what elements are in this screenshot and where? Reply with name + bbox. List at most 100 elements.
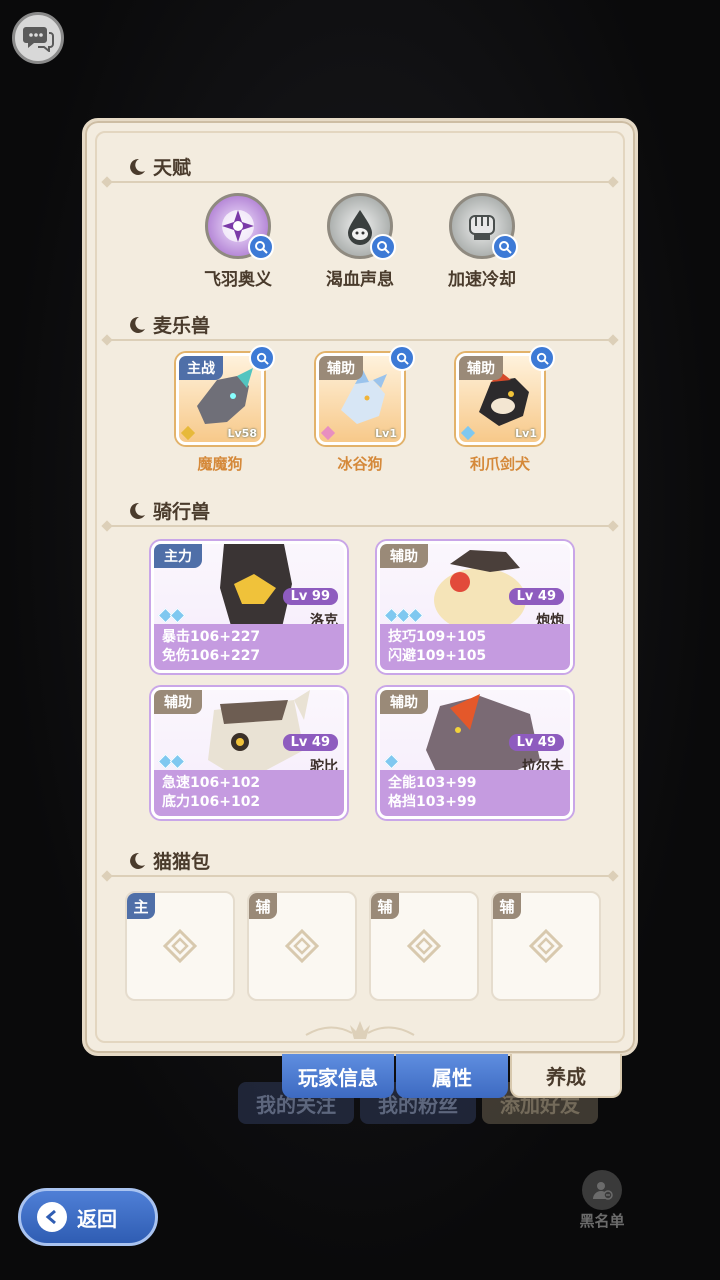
- magnify-icon[interactable]: [529, 345, 555, 371]
- pets-section-header: 麦乐兽: [127, 311, 210, 338]
- pet-card[interactable]: 主战 Lv58: [176, 353, 264, 445]
- mount-card[interactable]: 辅助 Lv 49 拉尔夫 全能103+99 格挡103+99: [377, 687, 573, 819]
- mount-stats: 技巧109+105 闪避109+105: [380, 624, 570, 670]
- talent-name: 飞羽奥义: [204, 270, 272, 290]
- blacklist-button[interactable]: 黑名单: [570, 1170, 634, 1231]
- catbag-slot[interactable]: 辅: [247, 891, 357, 1001]
- mount-stat: 暴击106+227: [162, 629, 261, 645]
- mount-stats: 暴击106+227 免伤106+227: [154, 624, 344, 670]
- talent-name: 渴血声息: [326, 270, 394, 290]
- crescent-icon: [130, 502, 145, 519]
- pet-name: 利爪剑犬: [469, 455, 530, 473]
- pet-card[interactable]: 辅助 Lv1: [456, 353, 544, 445]
- mount-stat: 闪避109+105: [388, 648, 487, 664]
- user-block-icon: [582, 1170, 622, 1210]
- catbag-role-badge: 辅: [371, 893, 399, 919]
- mount-stat: 格挡103+99: [388, 794, 477, 810]
- tab-nurture[interactable]: 养成: [510, 1054, 622, 1098]
- nurture-panel: 天赋 飞羽奥义 渴血声息 加速冷却 麦乐兽 主战 Lv58 魔魔狗 辅助 Lv1…: [82, 118, 638, 1056]
- pet-item[interactable]: 主战 Lv58 魔魔狗: [174, 345, 275, 474]
- pet-level: Lv1: [515, 427, 537, 440]
- talent-item[interactable]: 加速冷却: [442, 193, 522, 290]
- mount-stats: 急速106+102 底力106+102: [154, 770, 344, 816]
- magnify-icon[interactable]: [248, 234, 274, 260]
- mounts-section-header: 骑行兽: [127, 497, 210, 524]
- pet-list: 主战 Lv58 魔魔狗 辅助 Lv1 冰谷狗 辅助 Lv1 利爪剑犬: [85, 345, 635, 474]
- catbag-slot[interactable]: 主: [125, 891, 235, 1001]
- talent-badge: [205, 193, 274, 260]
- mount-stat: 全能103+99: [388, 775, 477, 791]
- pet-name: 魔魔狗: [197, 455, 243, 473]
- tab-bar: 玩家信息 属性 养成: [282, 1054, 622, 1098]
- catbag-list: 主 辅 辅 辅: [125, 891, 603, 1001]
- talent-item[interactable]: 渴血声息: [320, 193, 400, 290]
- talent-badge: [449, 193, 518, 260]
- mount-stat: 底力106+102: [162, 794, 261, 810]
- magnify-icon[interactable]: [249, 345, 275, 371]
- mount-stat: 免伤106+227: [162, 648, 261, 664]
- mount-card[interactable]: 辅助 Lv 49 驼比 急速106+102 底力106+102: [151, 687, 347, 819]
- mount-stars: [157, 607, 186, 624]
- blacklist-label: 黑名单: [579, 1212, 625, 1230]
- mount-role-badge: 辅助: [380, 544, 428, 568]
- mount-stars: [383, 753, 400, 770]
- catbag-role-badge: 主: [127, 893, 155, 919]
- talent-section-title: 天赋: [153, 157, 192, 179]
- mount-stars: [157, 753, 186, 770]
- pet-level: Lv58: [227, 427, 258, 440]
- tab-attributes[interactable]: 属性: [396, 1054, 508, 1098]
- ornament-icon: [305, 1021, 415, 1039]
- mount-stars: [383, 607, 424, 624]
- chat-button[interactable]: [12, 12, 64, 64]
- catbag-section-title: 猫猫包: [153, 851, 211, 873]
- mount-role-badge: 辅助: [380, 690, 428, 714]
- crescent-icon: [130, 852, 145, 869]
- talent-section-header: 天赋: [127, 153, 191, 180]
- back-label: 返回: [77, 1206, 117, 1231]
- pet-item[interactable]: 辅助 Lv1 冰谷狗: [314, 345, 415, 474]
- pet-role-badge: 辅助: [319, 356, 363, 380]
- magnify-icon[interactable]: [370, 234, 396, 260]
- mount-list: 主力 Lv 99 洛克 暴击106+227 免伤106+227 辅助 Lv 49…: [151, 541, 575, 819]
- pet-role-badge: 主战: [179, 356, 223, 380]
- empty-slot-icon: [406, 928, 442, 964]
- empty-slot-icon: [528, 928, 564, 964]
- magnify-icon[interactable]: [389, 345, 415, 371]
- pet-role-badge: 辅助: [459, 356, 503, 380]
- mount-card[interactable]: 主力 Lv 99 洛克 暴击106+227 免伤106+227: [151, 541, 347, 673]
- mounts-section-title: 骑行兽: [153, 501, 211, 523]
- catbag-section-header: 猫猫包: [127, 847, 210, 874]
- catbag-slot[interactable]: 辅: [369, 891, 479, 1001]
- crescent-icon: [130, 158, 145, 175]
- catbag-role-badge: 辅: [249, 893, 277, 919]
- chat-icon: [23, 27, 54, 52]
- mount-card[interactable]: 辅助 Lv 49 炮炮 技巧109+105 闪避109+105: [377, 541, 573, 673]
- mount-role-badge: 主力: [154, 544, 202, 568]
- empty-slot-icon: [162, 928, 198, 964]
- pets-section-title: 麦乐兽: [153, 315, 211, 337]
- pet-item[interactable]: 辅助 Lv1 利爪剑犬: [454, 345, 555, 474]
- divider: [107, 875, 613, 877]
- divider: [107, 181, 613, 183]
- empty-slot-icon: [284, 928, 320, 964]
- divider: [107, 339, 613, 341]
- mount-stat: 技巧109+105: [388, 629, 487, 645]
- magnify-icon[interactable]: [492, 234, 518, 260]
- mount-level: Lv 49: [508, 734, 564, 751]
- mount-stat: 急速106+102: [162, 775, 261, 791]
- pet-name: 冰谷狗: [337, 455, 383, 473]
- pet-card[interactable]: 辅助 Lv1: [316, 353, 404, 445]
- mount-stats: 全能103+99 格挡103+99: [380, 770, 570, 816]
- mount-level: Lv 99: [282, 588, 338, 605]
- talent-item[interactable]: 飞羽奥义: [198, 193, 278, 290]
- divider: [107, 525, 613, 527]
- back-button[interactable]: 返回: [18, 1188, 158, 1246]
- crescent-icon: [130, 316, 145, 333]
- talent-badge: [327, 193, 396, 260]
- tab-player-info[interactable]: 玩家信息: [282, 1054, 394, 1098]
- mount-level: Lv 49: [282, 734, 338, 751]
- talent-name: 加速冷却: [448, 270, 516, 290]
- mount-level: Lv 49: [508, 588, 564, 605]
- catbag-slot[interactable]: 辅: [491, 891, 601, 1001]
- back-arrow-icon: [37, 1202, 67, 1232]
